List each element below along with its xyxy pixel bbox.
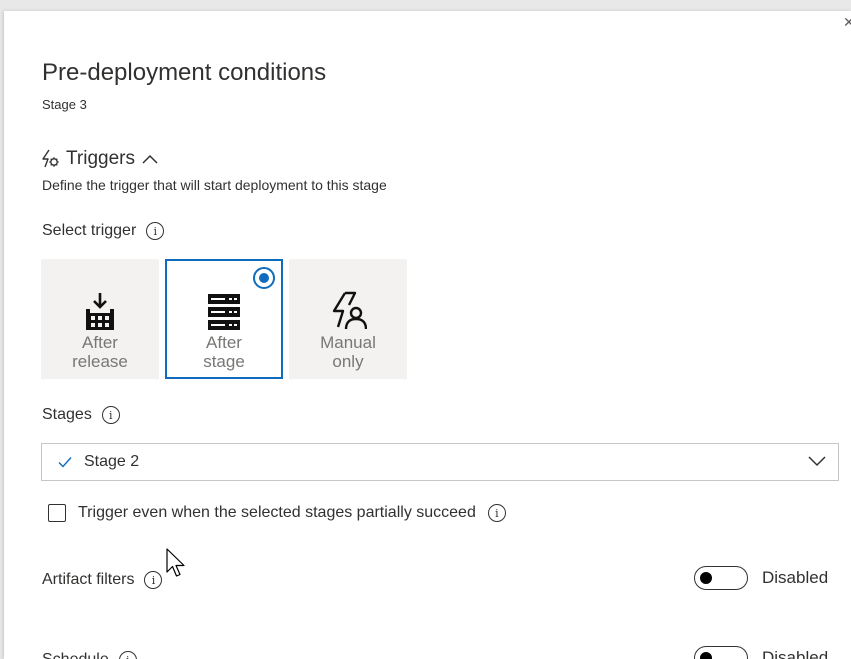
info-icon[interactable]: i: [101, 406, 120, 424]
artifact-filters-state: Disabled: [762, 568, 829, 587]
schedule-text: Schedule: [42, 651, 109, 659]
stages-selected-value: Stage 2: [84, 453, 140, 470]
check-icon: [58, 457, 72, 468]
schedule-label: Schedule i: [42, 651, 137, 659]
trigger-option-label: After stage: [203, 333, 245, 371]
stages-dropdown[interactable]: Stage 2: [41, 443, 839, 481]
artifact-filters-toggle-row: Disabled: [694, 566, 828, 590]
page-subtitle: Stage 3: [42, 97, 87, 112]
trigger-option-label: After release: [72, 333, 128, 371]
select-trigger-text: Select trigger: [42, 222, 137, 239]
info-icon[interactable]: i: [144, 571, 163, 589]
schedule-state: Disabled: [762, 648, 829, 659]
partial-succeed-row: Trigger even when the selected stages pa…: [48, 504, 506, 522]
trigger-option-after-stage[interactable]: After stage: [165, 259, 283, 379]
chevron-up-icon: [142, 154, 158, 164]
manual-icon: [332, 291, 367, 330]
chevron-down-icon: [808, 456, 826, 467]
info-icon[interactable]: i: [146, 222, 165, 240]
release-icon: [86, 293, 114, 330]
selected-radio-icon: [253, 267, 275, 289]
info-icon[interactable]: i: [118, 651, 137, 659]
info-icon[interactable]: i: [487, 504, 506, 522]
mouse-cursor-icon: [166, 548, 185, 577]
trigger-option-label: Manual only: [320, 333, 376, 371]
page-title: Pre-deployment conditions: [42, 59, 327, 86]
stages-text: Stages: [42, 406, 92, 423]
trigger-option-after-release[interactable]: After release: [41, 259, 159, 379]
triggers-description: Define the trigger that will start deplo…: [42, 177, 387, 193]
artifact-filters-label: Artifact filters i: [42, 571, 163, 589]
artifact-filters-toggle[interactable]: [694, 566, 748, 590]
select-trigger-label: Select trigger i: [42, 222, 165, 240]
triggers-icon: [42, 149, 59, 168]
stage-icon: [208, 294, 240, 330]
partial-succeed-checkbox[interactable]: [48, 504, 66, 522]
trigger-options: After release After stage Manual only: [41, 259, 407, 379]
trigger-option-manual-only[interactable]: Manual only: [289, 259, 407, 379]
schedule-toggle-row: Disabled: [694, 646, 828, 659]
partial-succeed-label: Trigger even when the selected stages pa…: [78, 504, 476, 521]
close-icon[interactable]: ✕: [843, 14, 851, 30]
stages-label: Stages i: [42, 406, 120, 424]
artifact-filters-text: Artifact filters: [42, 571, 135, 588]
triggers-section-toggle[interactable]: Triggers: [40, 147, 159, 171]
triggers-heading: Triggers: [66, 148, 135, 169]
pre-deployment-panel: Pre-deployment conditions Stage 3 Trigge…: [4, 11, 851, 659]
schedule-toggle[interactable]: [694, 646, 748, 659]
